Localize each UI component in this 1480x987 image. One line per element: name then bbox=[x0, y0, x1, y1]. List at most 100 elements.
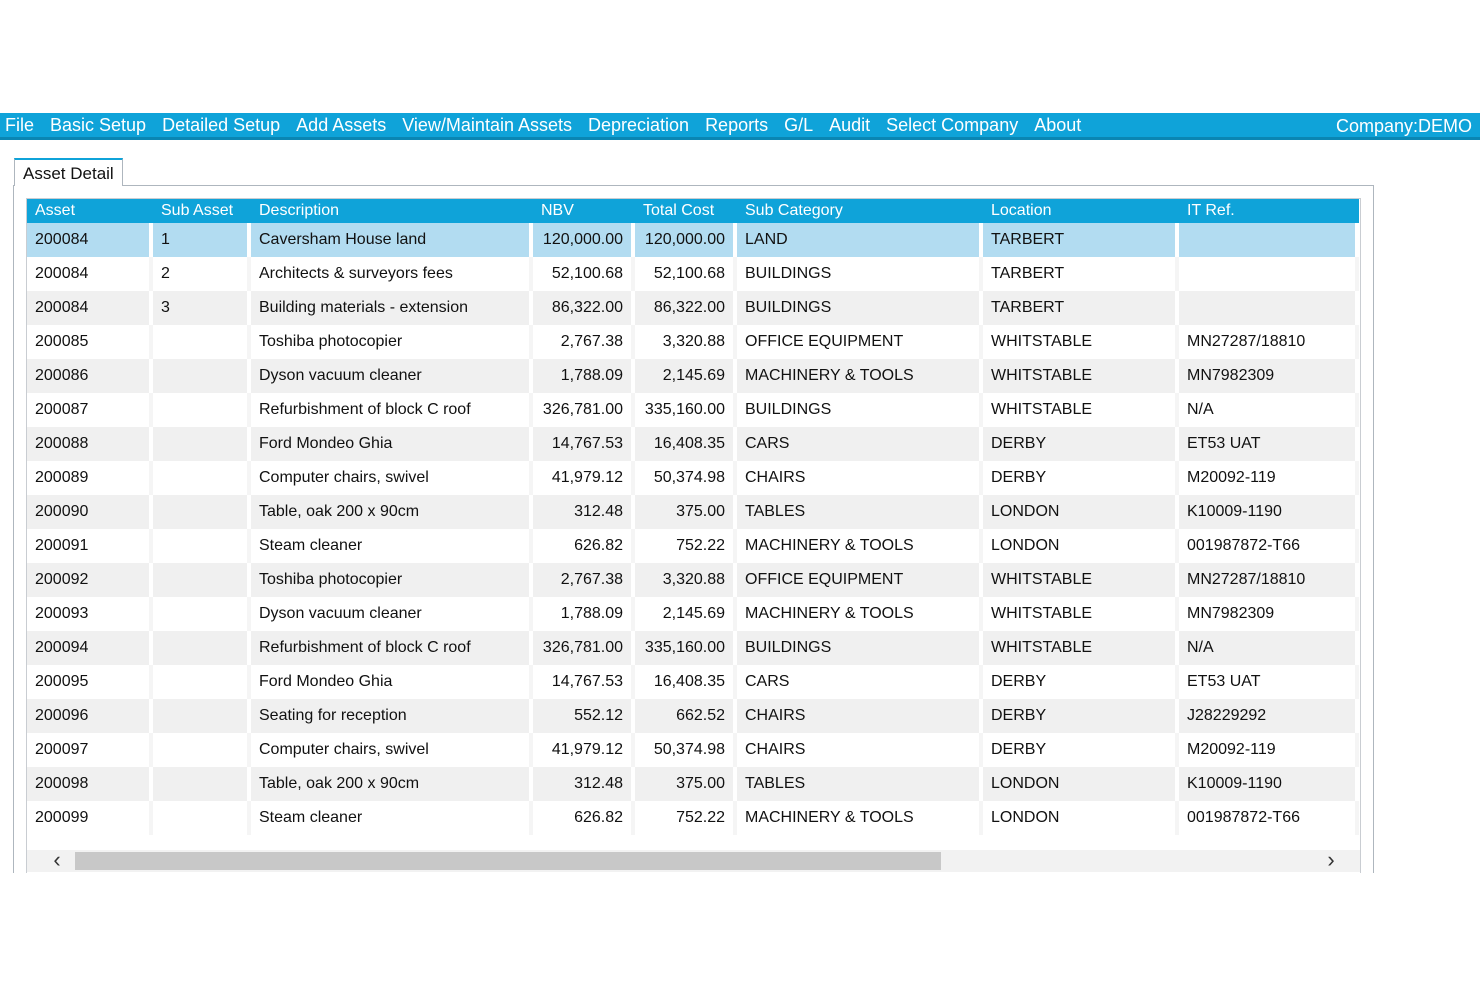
menu-item-depreciation[interactable]: Depreciation bbox=[588, 112, 689, 139]
table-row[interactable]: 200093 Dyson vacuum cleaner 1,788.09 2,145.… bbox=[27, 597, 1359, 631]
asset-table: Asset Sub Asset Description NBV Total Cost Su… bbox=[27, 199, 1359, 835]
menu-item-about[interactable]: About bbox=[1034, 112, 1081, 139]
tab-asset-detail[interactable]: Asset Detail bbox=[14, 158, 123, 186]
table-cell: Seating for reception bbox=[251, 699, 533, 733]
table-cell: DERBY bbox=[983, 733, 1179, 767]
company-label: Company:DEMO bbox=[1335, 116, 1472, 136]
table-cell: 200091 bbox=[27, 529, 153, 563]
table-cell bbox=[153, 733, 251, 767]
table-row[interactable]: 200088 Ford Mondeo Ghia 14,767.53 16,408.35… bbox=[27, 427, 1359, 461]
menu-item-reports[interactable]: Reports bbox=[705, 112, 768, 139]
menu-item-detailed-setup[interactable]: Detailed Setup bbox=[162, 112, 280, 139]
column-header-sub-asset[interactable]: Sub Asset bbox=[153, 199, 251, 223]
table-row[interactable]: 200084 1 Caversham House land 120,000.00 120… bbox=[27, 223, 1359, 257]
table-cell: 50,374.98 bbox=[635, 461, 737, 495]
table-cell: CARS bbox=[737, 427, 983, 461]
table-row[interactable]: 200097 Computer chairs, swivel 41,979.12 50… bbox=[27, 733, 1359, 767]
menu-item-basic-setup[interactable]: Basic Setup bbox=[50, 112, 146, 139]
table-cell: DERBY bbox=[983, 665, 1179, 699]
table-cell: MN27287/18810 bbox=[1179, 325, 1359, 359]
table-cell: 200096 bbox=[27, 699, 153, 733]
table-row[interactable]: 200085 Toshiba photocopier 2,767.38 3,320.8… bbox=[27, 325, 1359, 359]
column-header-asset[interactable]: Asset bbox=[27, 199, 153, 223]
scrollbar-thumb[interactable] bbox=[75, 852, 941, 870]
menu-item-select-company[interactable]: Select Company bbox=[886, 112, 1018, 139]
table-cell: TARBERT bbox=[983, 223, 1179, 257]
table-cell: 752.22 bbox=[635, 529, 737, 563]
table-cell: 1,788.09 bbox=[533, 597, 635, 631]
table-cell: 120,000.00 bbox=[533, 223, 635, 257]
table-cell: LONDON bbox=[983, 529, 1179, 563]
table-row[interactable]: 200094 Refurbishment of block C roof 326,7… bbox=[27, 631, 1359, 665]
table-cell: 50,374.98 bbox=[635, 733, 737, 767]
table-cell: Steam cleaner bbox=[251, 801, 533, 835]
table-row[interactable]: 200084 3 Building materials - extension 86,… bbox=[27, 291, 1359, 325]
table-row[interactable]: 200089 Computer chairs, swivel 41,979.12 50… bbox=[27, 461, 1359, 495]
column-header-description[interactable]: Description bbox=[251, 199, 533, 223]
table-row[interactable]: 200090 Table, oak 200 x 90cm 312.48 375.00 T… bbox=[27, 495, 1359, 529]
table-cell: 2 bbox=[153, 257, 251, 291]
table-cell: 326,781.00 bbox=[533, 393, 635, 427]
table-cell: 200097 bbox=[27, 733, 153, 767]
table-cell bbox=[1179, 257, 1359, 291]
table-body: 200084 1 Caversham House land 120,000.00 120… bbox=[27, 223, 1359, 835]
table-cell bbox=[153, 495, 251, 529]
table-cell: 86,322.00 bbox=[635, 291, 737, 325]
menu-item-file[interactable]: File bbox=[5, 112, 34, 139]
column-header-it-ref[interactable]: IT Ref. bbox=[1179, 199, 1359, 223]
column-header-location[interactable]: Location bbox=[983, 199, 1179, 223]
table-cell: MACHINERY & TOOLS bbox=[737, 597, 983, 631]
table-cell bbox=[153, 699, 251, 733]
menu-bar: File Basic Setup Detailed Setup Add Assets V… bbox=[0, 113, 1480, 140]
table-row[interactable]: 200092 Toshiba photocopier 2,767.38 3,320.8… bbox=[27, 563, 1359, 597]
menu-item-add-assets[interactable]: Add Assets bbox=[296, 112, 386, 139]
horizontal-scrollbar[interactable]: ‹ › bbox=[27, 849, 1360, 872]
table-cell: 001987872-T66 bbox=[1179, 529, 1359, 563]
table-cell: 14,767.53 bbox=[533, 665, 635, 699]
table-row[interactable]: 200091 Steam cleaner 626.82 752.22 MACHINERY… bbox=[27, 529, 1359, 563]
table-row[interactable]: 200084 2 Architects & surveyors fees 52,100… bbox=[27, 257, 1359, 291]
table-cell: N/A bbox=[1179, 393, 1359, 427]
asset-grid: Asset Sub Asset Description NBV Total Cost Su… bbox=[26, 198, 1361, 873]
table-cell: J28229292 bbox=[1179, 699, 1359, 733]
table-cell: M20092-119 bbox=[1179, 461, 1359, 495]
table-cell: 335,160.00 bbox=[635, 631, 737, 665]
table-cell: WHITSTABLE bbox=[983, 359, 1179, 393]
table-cell: BUILDINGS bbox=[737, 291, 983, 325]
table-cell: TARBERT bbox=[983, 257, 1179, 291]
table-cell: 200088 bbox=[27, 427, 153, 461]
table-row[interactable]: 200095 Ford Mondeo Ghia 14,767.53 16,408.35… bbox=[27, 665, 1359, 699]
table-cell: 41,979.12 bbox=[533, 461, 635, 495]
table-row[interactable]: 200098 Table, oak 200 x 90cm 312.48 375.00 T… bbox=[27, 767, 1359, 801]
column-header-total-cost[interactable]: Total Cost bbox=[635, 199, 737, 223]
menu-item-view-maintain-assets[interactable]: View/Maintain Assets bbox=[402, 112, 572, 139]
table-row[interactable]: 200099 Steam cleaner 626.82 752.22 MACHINERY… bbox=[27, 801, 1359, 835]
table-cell: 200085 bbox=[27, 325, 153, 359]
table-cell bbox=[1179, 223, 1359, 257]
table-row[interactable]: 200087 Refurbishment of block C roof 326,7… bbox=[27, 393, 1359, 427]
column-header-sub-category[interactable]: Sub Category bbox=[737, 199, 983, 223]
column-header-nbv[interactable]: NBV bbox=[533, 199, 635, 223]
table-cell: ET53 UAT bbox=[1179, 665, 1359, 699]
table-cell: MN7982309 bbox=[1179, 597, 1359, 631]
table-cell: WHITSTABLE bbox=[983, 631, 1179, 665]
table-cell bbox=[153, 665, 251, 699]
table-row[interactable]: 200096 Seating for reception 552.12 662.52 C… bbox=[27, 699, 1359, 733]
table-cell: 52,100.68 bbox=[533, 257, 635, 291]
table-cell: OFFICE EQUIPMENT bbox=[737, 563, 983, 597]
table-cell: 200086 bbox=[27, 359, 153, 393]
table-cell: 200094 bbox=[27, 631, 153, 665]
table-cell: M20092-119 bbox=[1179, 733, 1359, 767]
table-row[interactable]: 200086 Dyson vacuum cleaner 1,788.09 2,145.… bbox=[27, 359, 1359, 393]
table-cell: N/A bbox=[1179, 631, 1359, 665]
table-cell bbox=[1179, 291, 1359, 325]
menu-item-audit[interactable]: Audit bbox=[829, 112, 870, 139]
table-cell: TABLES bbox=[737, 767, 983, 801]
menu-item-g-l[interactable]: G/L bbox=[784, 112, 813, 139]
chevron-left-icon[interactable]: ‹ bbox=[45, 849, 69, 872]
table-cell: BUILDINGS bbox=[737, 393, 983, 427]
table-cell bbox=[153, 427, 251, 461]
table-cell: MN27287/18810 bbox=[1179, 563, 1359, 597]
chevron-right-icon[interactable]: › bbox=[1319, 849, 1343, 872]
table-cell: Steam cleaner bbox=[251, 529, 533, 563]
